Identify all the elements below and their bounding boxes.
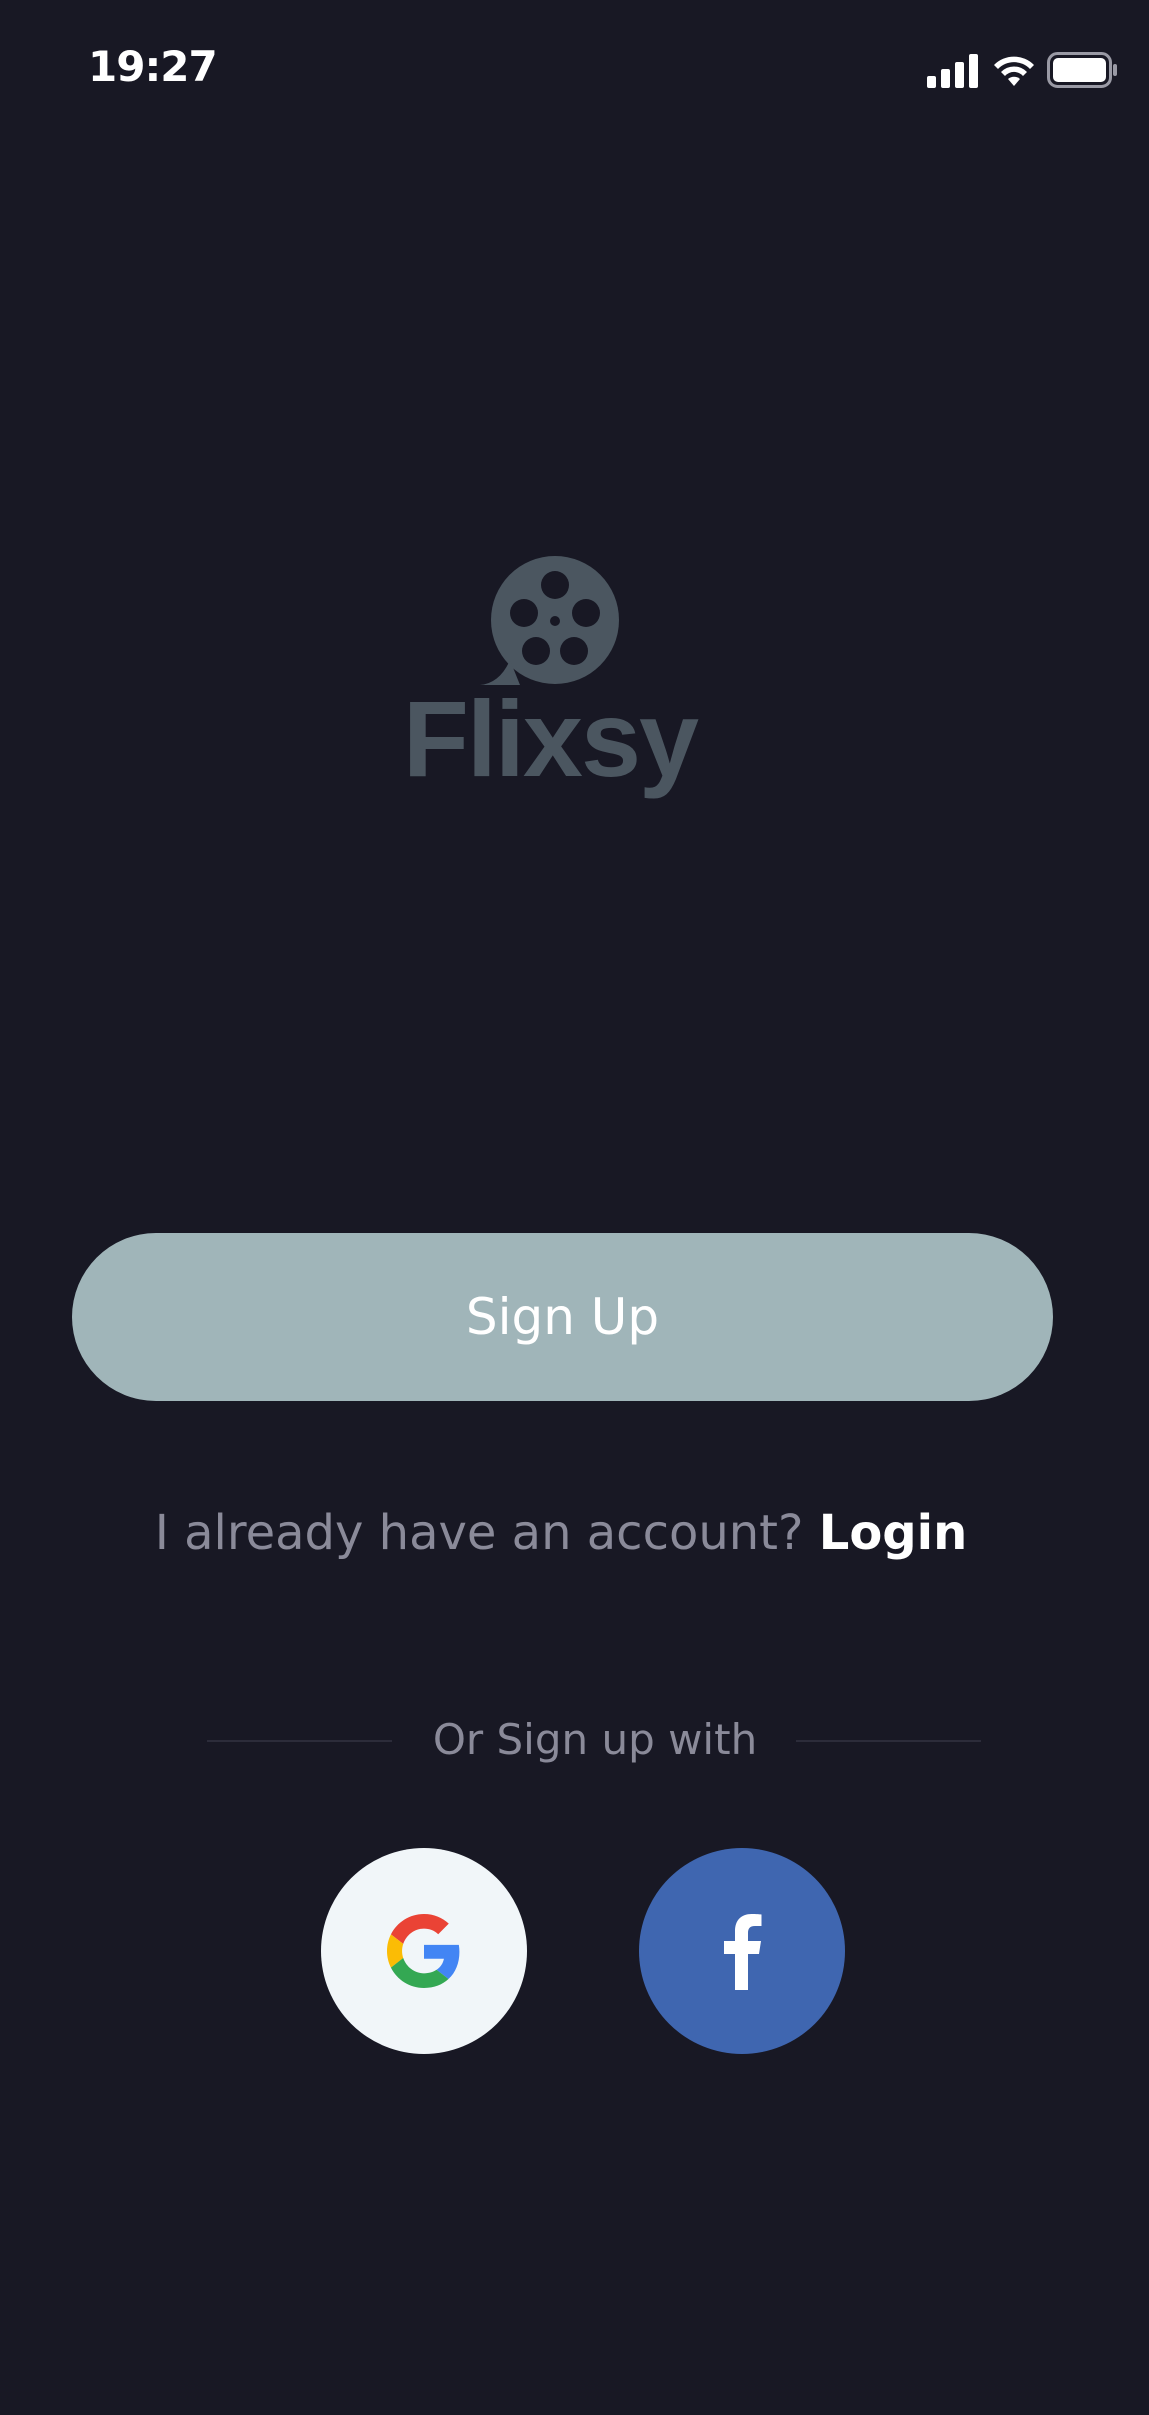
login-prompt: I already have an account? Login bbox=[0, 1505, 1122, 1561]
divider-text: Or Sign up with bbox=[432, 1715, 758, 1764]
battery-icon bbox=[1047, 52, 1117, 88]
status-bar: 19:27 bbox=[0, 0, 1149, 140]
facebook-icon bbox=[724, 1914, 762, 1990]
app-wordmark: Flixsy bbox=[402, 678, 699, 799]
google-icon bbox=[387, 1914, 460, 1988]
status-icons bbox=[927, 50, 1117, 90]
film-reel-icon bbox=[480, 556, 619, 685]
signal-icon bbox=[927, 54, 978, 88]
divider-line-right bbox=[796, 1740, 981, 1742]
has-account-text: I already have an account? bbox=[154, 1505, 804, 1561]
google-signup-button[interactable] bbox=[321, 1848, 527, 2054]
status-time: 19:27 bbox=[88, 42, 218, 91]
sign-up-button[interactable]: Sign Up bbox=[72, 1233, 1053, 1401]
social-divider: Or Sign up with bbox=[0, 1715, 1149, 1775]
wifi-icon bbox=[994, 56, 1034, 86]
divider-line-left bbox=[207, 1740, 392, 1742]
login-link[interactable]: Login bbox=[819, 1505, 968, 1561]
app-logo: Flixsy bbox=[400, 555, 700, 815]
facebook-signup-button[interactable] bbox=[639, 1848, 845, 2054]
